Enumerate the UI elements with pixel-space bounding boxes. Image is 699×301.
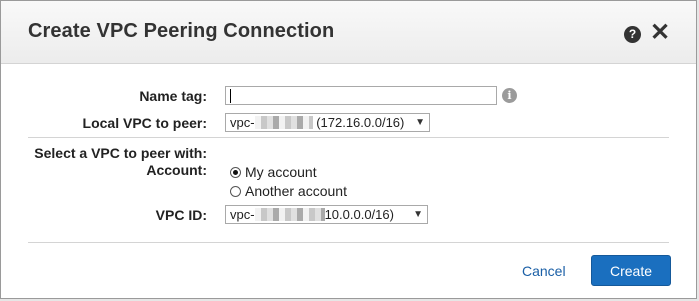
vpc-id-label: VPC ID: xyxy=(155,207,207,223)
account-label: Account: xyxy=(146,162,207,178)
radio-button[interactable] xyxy=(230,185,241,197)
name-tag-label: Name tag: xyxy=(139,88,207,104)
local-vpc-cidr: (172.16.0.0/16) xyxy=(316,115,405,130)
cancel-button[interactable]: Cancel xyxy=(522,263,566,279)
vpc-id-select[interactable]: vpc- 10.0.0.0/16) ▼ xyxy=(225,205,428,224)
radio-another-account-label: Another account xyxy=(245,183,347,199)
create-vpc-peering-dialog: Create VPC Peering Connection ? ✕ Name t… xyxy=(0,0,697,299)
help-icon[interactable]: ? xyxy=(624,26,641,43)
radio-my-account[interactable]: My account xyxy=(230,164,317,180)
vpc-id-prefix: vpc- xyxy=(230,207,255,222)
local-vpc-select[interactable]: vpc- (172.16.0.0/16) ▼ xyxy=(225,113,430,132)
close-icon[interactable]: ✕ xyxy=(650,21,670,45)
name-tag-input[interactable] xyxy=(225,86,497,105)
create-button[interactable]: Create xyxy=(591,255,671,286)
radio-another-account[interactable]: Another account xyxy=(230,183,347,199)
redacted-vpc-id xyxy=(254,116,313,129)
radio-my-account-label: My account xyxy=(245,164,317,180)
section-divider xyxy=(28,137,669,138)
footer-divider xyxy=(28,242,669,243)
info-icon[interactable]: i xyxy=(502,88,517,103)
dialog-header: Create VPC Peering Connection ? ✕ xyxy=(1,1,696,64)
dialog-title: Create VPC Peering Connection xyxy=(28,20,335,42)
vpc-id-cidr: 10.0.0.0/16) xyxy=(324,207,394,222)
redacted-vpc-id xyxy=(254,208,325,221)
local-vpc-prefix: vpc- xyxy=(230,115,255,130)
local-vpc-label: Local VPC to peer: xyxy=(82,115,207,131)
radio-button-selected[interactable] xyxy=(230,166,241,178)
chevron-down-icon: ▼ xyxy=(415,117,425,128)
chevron-down-icon: ▼ xyxy=(413,209,423,220)
text-caret xyxy=(230,89,231,103)
peer-section-heading: Select a VPC to peer with: xyxy=(34,145,207,161)
